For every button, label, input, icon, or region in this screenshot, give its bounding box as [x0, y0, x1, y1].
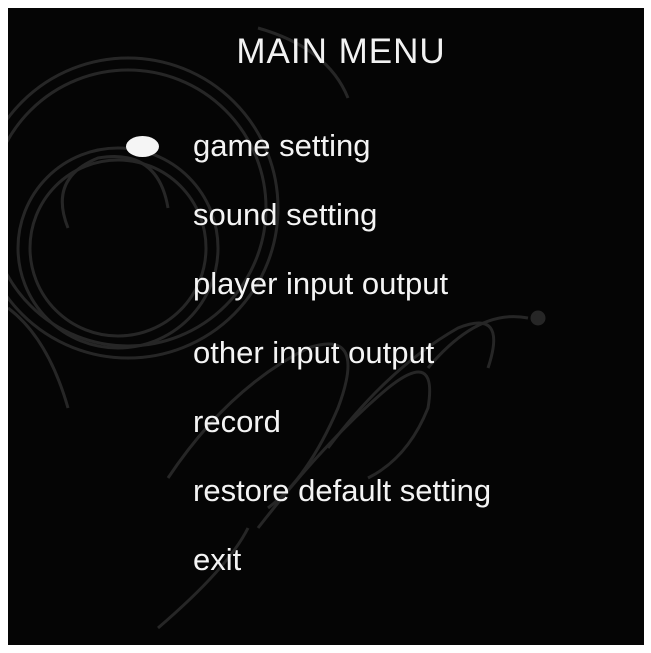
- main-menu-list: game setting sound setting player input …: [8, 8, 644, 645]
- menu-item-restore-default-setting[interactable]: restore default setting: [193, 471, 491, 511]
- oval-selector-icon: [126, 136, 159, 157]
- menu-item-other-input-output[interactable]: other input output: [193, 333, 434, 373]
- menu-item-exit[interactable]: exit: [193, 540, 241, 580]
- menu-item-player-input-output[interactable]: player input output: [193, 264, 448, 304]
- game-screen: MAIN MENU game setting sound setting pla…: [8, 8, 644, 645]
- menu-item-sound-setting[interactable]: sound setting: [193, 195, 377, 235]
- menu-item-record[interactable]: record: [193, 402, 281, 442]
- menu-item-game-setting[interactable]: game setting: [193, 126, 371, 166]
